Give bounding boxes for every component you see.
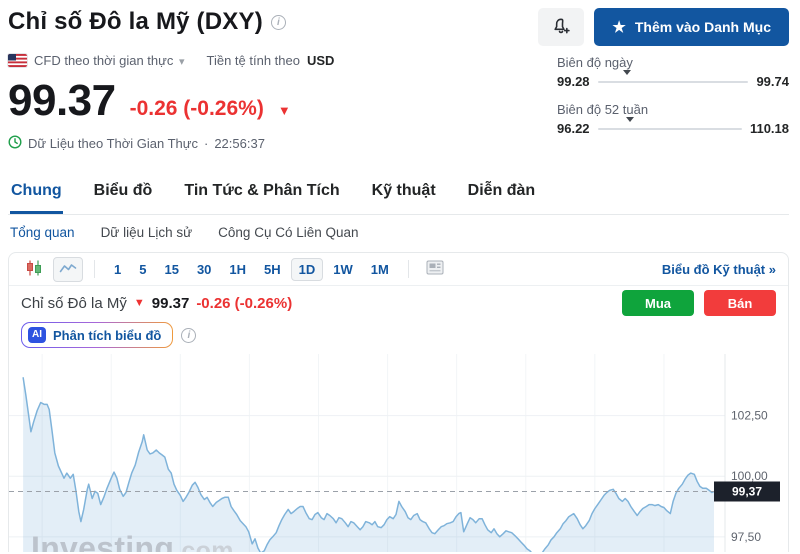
y-axis-label: 102,50 [731, 409, 768, 423]
watermark-suffix: .com [174, 537, 234, 552]
price-chart[interactable]: 102,50 100,00 97,50 99,37 Investing.com [9, 354, 788, 552]
day-range-handle[interactable] [623, 69, 632, 93]
tab-ky-thuat[interactable]: Kỹ thuật [371, 174, 437, 214]
add-to-watchlist-label: Thêm vào Danh Mục [634, 19, 771, 35]
sell-button[interactable]: Bán [704, 290, 776, 316]
y-axis-label: 100,00 [731, 469, 768, 483]
page-title: Chỉ số Đô la Mỹ (DXY) [8, 8, 263, 35]
realtime-label: Dữ Liệu theo Thời Gian Thực [28, 136, 198, 151]
tab-chung[interactable]: Chung [10, 174, 63, 214]
ranges-panel: Biên độ ngày 99.28 99.74 Biên độ 52 tuần… [557, 53, 789, 152]
double-arrow-icon: » [768, 261, 776, 277]
line-chart-icon [59, 261, 77, 278]
tab-tin-tuc-phan-tich[interactable]: Tin Tức & Phân Tích [183, 174, 340, 214]
timeframe-15-button[interactable]: 15 [156, 258, 186, 281]
price-details-toggle-icon[interactable]: ▼ [278, 103, 291, 118]
chart-change: -0.26 (-0.26%) [196, 294, 293, 312]
star-icon: ★ [612, 18, 626, 36]
watermark-text: Investing [31, 530, 175, 552]
ai-info-icon[interactable]: i [181, 327, 197, 343]
tab-dien-dan[interactable]: Diễn đàn [467, 174, 537, 214]
timeframe-5-button[interactable]: 5 [131, 258, 154, 281]
week52-range-slider[interactable] [597, 116, 742, 139]
instrument-page: Chỉ số Đô la Mỹ (DXY) i ★ Thêm vào Danh … [0, 0, 800, 552]
chart-type-candlestick-button[interactable] [19, 256, 49, 283]
week52-range-handle[interactable] [626, 116, 635, 140]
current-price: 99.37 [8, 76, 116, 125]
buy-button[interactable]: Mua [622, 290, 694, 316]
chart-header: Chỉ số Đô la Mỹ ▼ 99.37 -0.26 (-0.26%) M… [9, 286, 788, 320]
news-panel-icon [426, 260, 444, 278]
chart-instrument-name: Chỉ số Đô la Mỹ [21, 294, 127, 312]
technical-chart-label: Biểu đồ Kỹ thuật [661, 261, 766, 277]
ai-analysis-label: Phân tích biểu đồ [53, 327, 162, 343]
watermark: Investing.com [31, 530, 234, 552]
toolbar-separator [407, 260, 409, 278]
timeframe-1m-button[interactable]: 1M [363, 258, 397, 281]
chart-card: 1 5 15 30 1H 5H 1D 1W 1M Biểu đồ Kỹ thuật » [8, 252, 789, 552]
tab-bieu-do[interactable]: Biểu đồ [93, 174, 154, 214]
sub-tabs: Tổng quan Dữ liệu Lịch sử Công Cụ Có Liên … [8, 225, 789, 252]
subtab-cong-cu-co-lien-quan[interactable]: Công Cụ Có Liên Quan [218, 225, 358, 240]
y-axis-label: 97,50 [731, 530, 761, 544]
ai-badge: AI [28, 327, 46, 343]
week52-range-label: Biên độ 52 tuần [557, 102, 649, 117]
chart-price: 99.37 [151, 294, 190, 312]
clock-icon [8, 135, 22, 152]
chart-toolbar: 1 5 15 30 1H 5H 1D 1W 1M Biểu đồ Kỹ thuật » [9, 253, 788, 286]
price-down-icon: ▼ [133, 297, 145, 309]
week52-range-low: 96.22 [557, 121, 590, 136]
price-area [23, 377, 714, 552]
subtab-du-lieu-lich-su[interactable]: Dữ liệu Lịch sử [101, 225, 193, 240]
day-range-low: 99.28 [557, 74, 590, 89]
header: Chỉ số Đô la Mỹ (DXY) i ★ Thêm vào Danh … [8, 8, 789, 46]
timeframe-group: 1 5 15 30 1H 5H 1D 1W 1M [106, 257, 397, 281]
timeframe-1d-button[interactable]: 1D [290, 257, 324, 281]
timeframe-30-button[interactable]: 30 [189, 258, 219, 281]
instrument-type-label: CFD theo thời gian thực [34, 53, 174, 68]
create-alert-button[interactable] [538, 8, 585, 46]
title-info-icon[interactable]: i [270, 14, 286, 30]
day-range-high: 99.74 [756, 74, 789, 89]
price-change: -0.26 (-0.26%) [129, 97, 264, 120]
bell-plus-icon [551, 16, 571, 39]
day-range-slider[interactable] [597, 69, 749, 92]
currency-label: Tiền tệ tính theo [206, 53, 300, 68]
subtab-tong-quan[interactable]: Tổng quan [10, 225, 75, 240]
news-panel-button[interactable] [420, 256, 450, 282]
price-chart-svg[interactable]: 102,50 100,00 97,50 99,37 [9, 354, 788, 552]
toolbar-separator [94, 260, 95, 278]
realtime-time: 22:56:37 [214, 136, 265, 151]
us-flag-icon [8, 54, 27, 67]
add-to-watchlist-button[interactable]: ★ Thêm vào Danh Mục [594, 8, 789, 46]
ai-analysis-button[interactable]: AI Phân tích biểu đồ [21, 322, 173, 348]
timeframe-1w-button[interactable]: 1W [325, 258, 361, 281]
day-range-label: Biên độ ngày [557, 55, 633, 70]
chevron-down-icon: ▾ [178, 56, 185, 68]
candlestick-icon [25, 260, 43, 279]
week52-range-high: 110.18 [749, 121, 789, 136]
instrument-type-dropdown[interactable]: CFD theo thời gian thực ▾ [34, 53, 185, 68]
main-tabs: Chung Biểu đồ Tin Tức & Phân Tích Kỹ thuật D… [8, 174, 789, 215]
chart-type-line-button[interactable] [53, 256, 83, 282]
timeframe-1-button[interactable]: 1 [106, 258, 129, 281]
currency-value: USD [306, 53, 335, 68]
timeframe-1h-button[interactable]: 1H [221, 258, 254, 281]
last-price-badge-label: 99,37 [732, 484, 762, 498]
realtime-separator: · [203, 136, 209, 151]
timeframe-5h-button[interactable]: 5H [256, 258, 289, 281]
technical-chart-link[interactable]: Biểu đồ Kỹ thuật » [662, 262, 776, 277]
